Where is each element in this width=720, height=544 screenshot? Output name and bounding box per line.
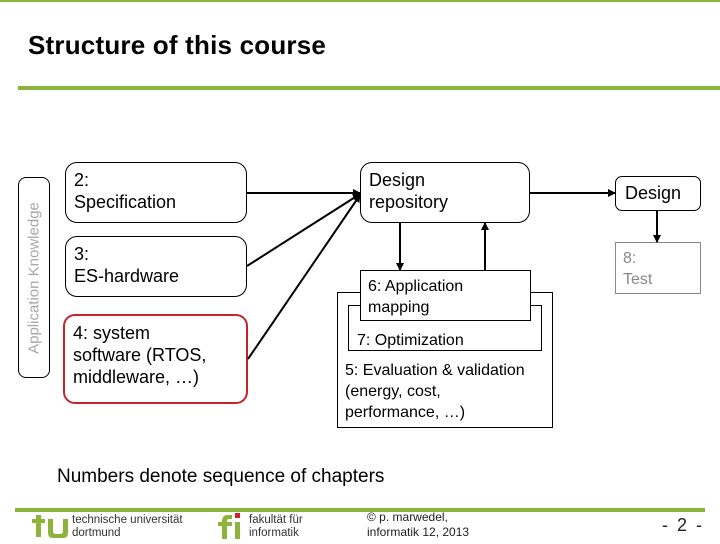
- fi-logo-icon: [218, 513, 240, 539]
- design-box: Design: [615, 176, 701, 211]
- copyright-line-2: informatik 12, 2013: [367, 525, 470, 539]
- system-software-box: 4: system software (RTOS, middleware, …): [63, 314, 248, 404]
- test-number: 8:: [623, 250, 637, 267]
- tu-logo-icon: [32, 515, 68, 538]
- university-line-2: dortmund: [72, 527, 121, 539]
- eval-line-3: performance, …): [345, 404, 466, 421]
- slide-title: Structure of this course: [28, 30, 327, 60]
- design-label: Design: [625, 183, 682, 203]
- tu-logo: [32, 515, 70, 539]
- page-number: - 2 -: [662, 515, 705, 535]
- design-repository-box: Design repository: [360, 162, 530, 223]
- eval-line-1: 5: Evaluation & validation: [345, 362, 525, 379]
- hw-number: 3:: [74, 244, 90, 264]
- optimization-label: 7: Optimization: [357, 332, 464, 349]
- test-name: Test: [623, 271, 653, 288]
- arrow-hw-to-repo: [246, 193, 361, 267]
- copyright-line-1: © p. marwedel,: [367, 510, 448, 524]
- university-name: technische universität dortmund: [72, 514, 183, 540]
- copyright: © p. marwedel, informatik 12, 2013: [367, 510, 469, 540]
- university-line-1: technische universität: [72, 514, 183, 526]
- fi-logo: [218, 513, 244, 539]
- top-accent-bar: [0, 0, 720, 2]
- faculty-name: fakultät für informatik: [249, 514, 303, 540]
- repo-line-1: Design: [369, 170, 426, 190]
- sw-line-2: software (RTOS,: [73, 345, 207, 365]
- spec-name: Specification: [74, 192, 177, 212]
- test-box: 8: Test: [615, 242, 701, 294]
- application-mapping-box: 6: Application mapping: [360, 270, 531, 321]
- sw-line-1: 4: system: [73, 323, 151, 343]
- mapping-line-2: mapping: [368, 299, 430, 316]
- chapter-note: Numbers denote sequence of chapters: [57, 466, 385, 487]
- application-knowledge-box: Application Knowledge: [18, 177, 50, 378]
- footer-divider: [15, 508, 705, 512]
- es-hardware-box: 3: ES-hardware: [65, 236, 247, 297]
- eval-line-2: (energy, cost,: [345, 383, 441, 400]
- mapping-line-1: 6: Application: [368, 278, 464, 295]
- repo-line-2: repository: [369, 192, 449, 212]
- spec-number: 2:: [74, 170, 90, 190]
- title-divider: [18, 86, 720, 90]
- application-knowledge-label: Application Knowledge: [25, 201, 43, 354]
- faculty-line-1: fakultät für: [249, 514, 303, 526]
- sw-line-3: middleware, …): [73, 367, 200, 387]
- faculty-line-2: informatik: [249, 527, 299, 539]
- hw-name: ES-hardware: [74, 266, 180, 286]
- specification-box: 2: Specification: [65, 162, 247, 223]
